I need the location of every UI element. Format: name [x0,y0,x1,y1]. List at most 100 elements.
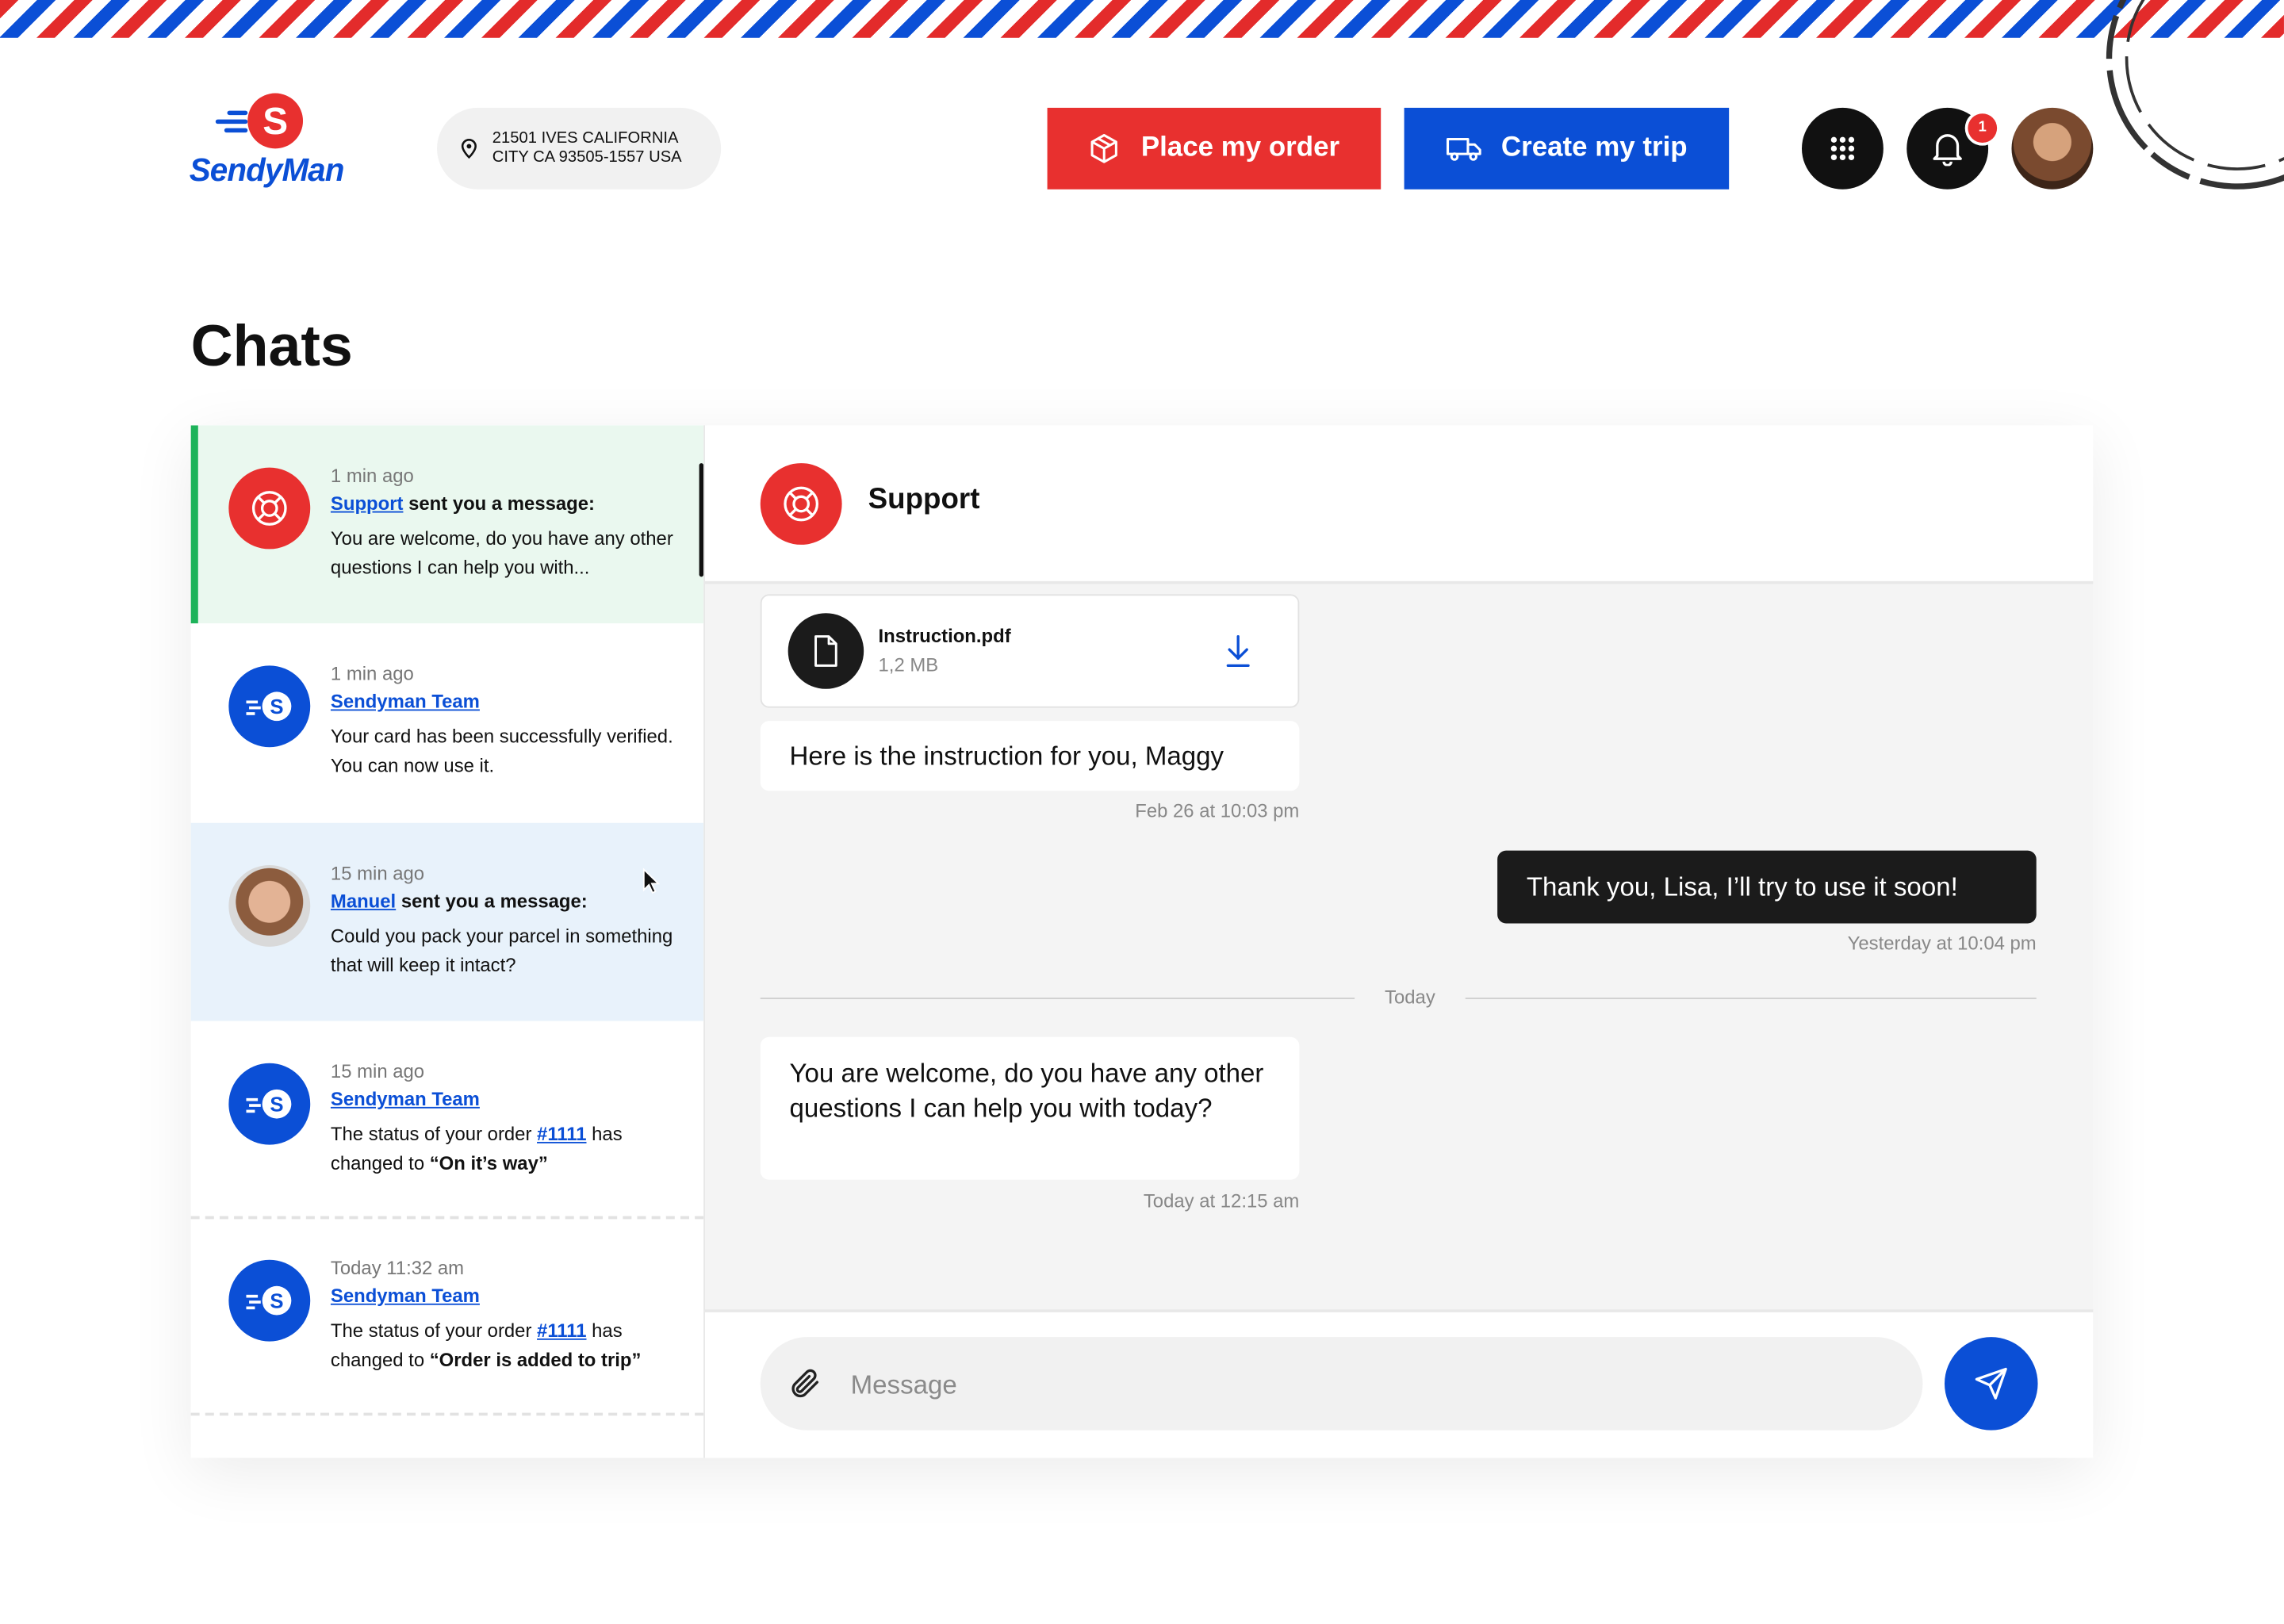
sendyman-logo-icon: S [246,691,292,722]
support-avatar [760,463,842,545]
address-line-2: CITY CA 93505-1557 USA [492,148,682,167]
conversation-sender: Sendyman Team [331,1281,680,1311]
sender-link[interactable]: Sendyman Team [331,1285,480,1307]
conversation-time: 15 min ago [330,862,425,884]
chat-container: 1 min ago Support sent you a message: Yo… [190,425,2094,1458]
message-input[interactable] [847,1337,1903,1434]
paperclip-icon[interactable] [789,1366,821,1401]
message-bubble-incoming: Here is the instruction for you, Maggy [760,721,1300,791]
preview-text: The status of your order [330,1320,538,1342]
place-order-label: Place my order [1140,132,1340,163]
conversation-sender: Support sent you a message: [331,489,680,519]
sender-suffix: sent you a message: [403,492,595,515]
conversation-preview: Could you pack your parcel in something … [330,925,673,975]
conversation-list[interactable]: 1 min ago Support sent you a message: Yo… [190,425,707,1458]
chat-contact-name: Support [868,483,980,516]
conversation-item-order-status[interactable]: S 15 min ago Sendyman Team The status of… [190,1021,704,1220]
address-line-1: 21501 IVES CALIFORNIA [492,129,679,147]
address-pill[interactable]: 21501 IVES CALIFORNIA CITY CA 93505-1557… [437,107,722,190]
message-composer [704,1309,2094,1458]
order-status: “On it’s way” [429,1151,548,1174]
sender-suffix: sent you a message: [396,890,588,912]
logo-text: SendyMan [189,151,345,188]
address-text: 21501 IVES CALIFORNIA CITY CA 93505-1557… [492,129,696,167]
grid-icon [1830,136,1855,161]
conversation-time: Today 11:32 am [330,1257,465,1279]
conversation-sender: Sendyman Team [331,1085,680,1114]
order-link[interactable]: #1111 [537,1123,586,1145]
conversation-item-support[interactable]: 1 min ago Support sent you a message: Yo… [190,425,704,624]
page-title: Chats [190,314,353,379]
place-order-button[interactable]: Place my order [1047,107,1382,190]
day-divider-label: Today [1385,986,1435,1008]
conversation-item-sendyman-team[interactable]: S 1 min ago Sendyman Team Your card has … [191,623,704,822]
conversation-preview: You are welcome, do you have any other q… [330,527,673,578]
user-avatar[interactable] [2011,107,2094,190]
create-trip-label: Create my trip [1500,132,1688,163]
conversation-preview: The status of your order #1111 has chang… [331,1316,680,1373]
airmail-stripe-border [0,0,2284,38]
sendyman-avatar: S [228,665,311,748]
download-icon[interactable] [1225,634,1251,668]
speed-lines-icon [215,110,248,134]
conversation-item-manuel[interactable]: 15 min ago Manuel sent you a message: Co… [190,822,704,1021]
document-icon [814,635,837,667]
chat-pane: Support Instruction.pdf 1,2 MB Here is t… [704,425,2094,1458]
svg-text:S: S [270,1290,283,1312]
sender-link[interactable]: Manuel [331,890,396,912]
sendyman-logo[interactable]: S SendyMan [186,93,364,193]
location-pin-icon [461,139,477,159]
sendyman-avatar: S [228,1063,311,1145]
sendyman-logo-icon: S [246,1089,292,1119]
sendyman-avatar: S [228,1259,311,1342]
lifebuoy-icon [251,491,287,526]
apps-menu-button[interactable] [1801,107,1884,190]
conversation-item-order-status[interactable]: S Today 11:32 am Sendyman Team The statu… [190,1217,704,1416]
lifebuoy-icon [784,486,819,522]
conversation-body: 15 min ago Manuel sent you a message: Co… [331,860,680,979]
sender-link[interactable]: Support [331,492,404,515]
order-link[interactable]: #1111 [537,1320,586,1342]
message-bubble-outgoing: Thank you, Lisa, I’ll try to use it soon… [1497,850,2037,924]
message-timestamp: Today at 12:15 am [1143,1189,1300,1212]
support-avatar [228,467,311,550]
mouse-cursor-icon [642,868,661,894]
sender-link[interactable]: Sendyman Team [331,691,480,713]
preview-text: The status of your order [330,1123,538,1145]
file-size: 1,2 MB [878,653,939,676]
send-icon [1975,1367,2007,1400]
conversation-time: 1 min ago [330,464,414,487]
file-icon-wrap [788,613,864,689]
conversation-sender: Sendyman Team [331,688,680,717]
divider-line [760,998,1355,999]
send-button[interactable] [1944,1337,2038,1431]
conversation-time: 1 min ago [330,662,414,685]
conversation-preview: The status of your order #1111 has chang… [331,1120,680,1177]
bell-icon [1933,134,1962,167]
message-input-wrap [760,1337,1923,1434]
conversation-time: 15 min ago [330,1060,425,1082]
divider-line [1465,998,2037,999]
day-divider: Today [760,985,2037,1014]
message-timestamp: Feb 26 at 10:03 pm [1135,799,1300,822]
sender-link[interactable]: Sendyman Team [331,1088,480,1110]
order-status: “Order is added to trip” [429,1347,642,1370]
create-trip-button[interactable]: Create my trip [1404,107,1730,190]
file-attachment[interactable]: Instruction.pdf 1,2 MB [760,594,1300,708]
truck-icon [1446,137,1481,161]
scrollbar-thumb[interactable] [699,463,704,577]
svg-text:S: S [270,696,283,718]
conversation-sender: Manuel sent you a message: [331,887,680,917]
conversation-body: 1 min ago Support sent you a message: Yo… [331,463,680,581]
page-root: S SendyMan 21501 IVES CALIFORNIA CITY CA… [0,0,2284,1624]
message-bubble-incoming: You are welcome, do you have any other q… [760,1036,1300,1180]
conversation-body: 1 min ago Sendyman Team Your card has be… [331,661,680,779]
message-timestamp: Yesterday at 10:04 pm [1847,932,2037,955]
conversation-body: Today 11:32 am Sendyman Team The status … [331,1255,680,1373]
file-name: Instruction.pdf [878,624,1011,647]
package-icon [1091,133,1118,163]
svg-text:S: S [270,1094,283,1116]
chat-header: Support [704,425,2094,584]
notification-count-badge: 1 [1968,113,1998,143]
logo-badge-icon: S [247,93,304,149]
